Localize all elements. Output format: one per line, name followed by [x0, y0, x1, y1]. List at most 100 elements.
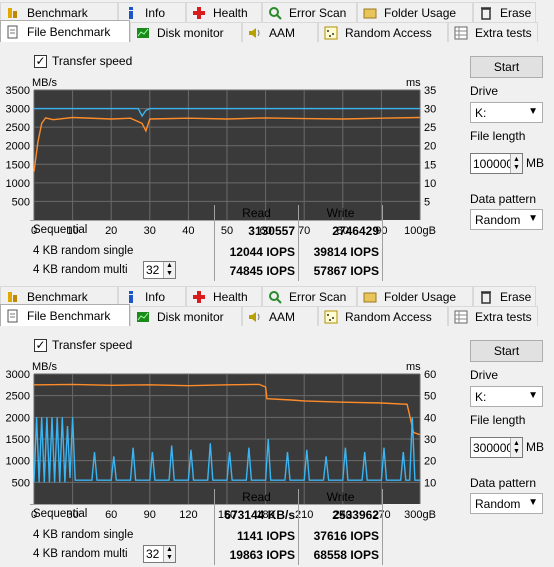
y-tick-label: 2000 — [6, 412, 30, 424]
y2-tick-label: 40 — [424, 412, 436, 424]
file-benchmark-content: ✓ Transfer speed MB/s ms 3000 2500 2000 1500 1… — [0, 326, 554, 567]
tab-label: Folder Usage — [384, 5, 457, 20]
spinner-icon[interactable]: ▲ ▼ — [510, 154, 522, 173]
tab-label: Benchmark — [27, 5, 88, 20]
benchmark-icon — [5, 289, 21, 305]
tab-random-access[interactable]: Random Access — [318, 22, 448, 42]
start-button[interactable]: Start — [470, 56, 543, 78]
tab-label: Random Access — [345, 309, 432, 324]
transfer-speed-checkbox[interactable]: ✓ Transfer speed — [34, 54, 132, 68]
extra-tests-icon — [453, 25, 469, 41]
tab-file-benchmark[interactable]: File Benchmark — [0, 20, 130, 42]
tab-label: Benchmark — [27, 289, 88, 304]
tab-health[interactable]: Health — [186, 286, 262, 306]
tab-folder-usage[interactable]: Folder Usage — [357, 2, 473, 22]
x-tick-label: 90 — [144, 509, 156, 521]
queue-depth-value: 32 — [146, 263, 160, 277]
tab-health[interactable]: Health — [186, 2, 262, 22]
tab-label: Info — [145, 289, 166, 304]
chevron-down-icon: ▼ — [528, 497, 538, 508]
tab-benchmark[interactable]: Benchmark — [0, 286, 118, 306]
y-tick-label: 3000 — [6, 369, 30, 381]
tab-folder-usage[interactable]: Folder Usage — [357, 286, 473, 306]
speaker-icon — [247, 25, 263, 41]
spinner-icon[interactable]: ▲ ▼ — [163, 546, 175, 562]
tab-info[interactable]: Info — [118, 2, 186, 22]
data-pattern-value: Random — [475, 212, 521, 227]
results-divider — [382, 489, 383, 565]
drive-select[interactable]: K: ▼ — [470, 386, 543, 407]
tab-info[interactable]: Info — [118, 286, 186, 306]
read-header: Read — [242, 206, 271, 220]
row-label-sequential: Sequential — [33, 508, 88, 520]
row-label-random-multi: 4 KB random multi — [33, 548, 128, 560]
tab-extra-tests[interactable]: Extra tests — [448, 22, 538, 42]
tab-benchmark[interactable]: Benchmark — [0, 2, 118, 22]
chevron-down-icon: ▼ — [528, 390, 538, 401]
drive-select[interactable]: K: ▼ — [470, 102, 543, 123]
tab-erase[interactable]: Erase — [473, 2, 536, 22]
y-tick-label: 3000 — [6, 104, 30, 116]
info-icon — [123, 289, 139, 305]
speaker-icon — [247, 309, 263, 325]
tab-erase[interactable]: Erase — [473, 286, 536, 306]
spinner-icon[interactable]: ▲ ▼ — [163, 262, 175, 278]
tab-error-scan[interactable]: Error Scan — [262, 286, 357, 306]
tab-aam[interactable]: AAM — [242, 22, 318, 42]
transfer-speed-checkbox[interactable]: ✓ Transfer speed — [34, 338, 132, 352]
data-pattern-value: Random — [475, 496, 521, 511]
data-pattern-label: Data pattern — [470, 476, 537, 490]
y-unit-right: ms — [406, 361, 421, 373]
file-length-input[interactable]: 100000 ▲ ▼ — [470, 153, 523, 174]
tab-disk-monitor[interactable]: Disk monitor — [130, 306, 242, 326]
write-header: Write — [326, 490, 355, 504]
tab-error-scan[interactable]: Error Scan — [262, 2, 357, 22]
write-random-single: 39814 IOPS — [313, 245, 379, 259]
disk-monitor-icon — [135, 309, 151, 325]
error-scan-icon — [267, 5, 283, 21]
tab-disk-monitor[interactable]: Disk monitor — [130, 22, 242, 42]
x-tick-label: 300gB — [404, 509, 436, 521]
y2-tick-label: 30 — [424, 434, 436, 446]
y-tick-label: 500 — [12, 196, 30, 208]
tab-label: Info — [145, 5, 166, 20]
y-tick-label: 1000 — [6, 178, 30, 190]
write-sequential: 2533962 — [332, 508, 379, 522]
x-tick-label: 120 — [179, 509, 197, 521]
y-tick-label: 2500 — [6, 122, 30, 134]
queue-depth-input[interactable]: 32 ▲ ▼ — [143, 261, 176, 279]
data-pattern-select[interactable]: Random ▼ — [470, 209, 543, 230]
tab-extra-tests[interactable]: Extra tests — [448, 306, 538, 326]
file-length-value: 100000 — [473, 156, 514, 171]
x-tick-label: 100gB — [404, 225, 436, 237]
y-tick-label: 2000 — [6, 141, 30, 153]
y2-tick-label: 25 — [424, 122, 436, 134]
write-random-multi: 68558 IOPS — [313, 548, 379, 562]
tab-file-benchmark[interactable]: File Benchmark — [0, 304, 130, 326]
y2-tick-label: 10 — [424, 477, 436, 489]
tab-label: Health — [213, 5, 248, 20]
y2-tick-label: 10 — [424, 178, 436, 190]
folder-icon — [362, 289, 378, 305]
read-random-single: 12044 IOPS — [229, 245, 295, 259]
transfer-speed-label: Transfer speed — [52, 338, 133, 352]
drive-label: Drive — [470, 84, 499, 98]
tab-label: Health — [213, 289, 248, 304]
chevron-down-icon: ▼ — [528, 106, 538, 117]
tab-aam[interactable]: AAM — [242, 306, 318, 326]
tab-label: Erase — [500, 289, 532, 304]
spinner-icon[interactable]: ▲ ▼ — [510, 438, 522, 457]
tab-label: Erase — [500, 5, 532, 20]
error-scan-icon — [267, 289, 283, 305]
sub-tab-row: File Benchmark Disk monitor AAM Random Acce… — [0, 20, 538, 42]
file-length-input[interactable]: 300000 ▲ ▼ — [470, 437, 523, 458]
queue-depth-input[interactable]: 32 ▲ ▼ — [143, 545, 176, 563]
x-tick-label: 40 — [182, 225, 194, 237]
trash-icon — [478, 5, 494, 21]
start-button[interactable]: Start — [470, 340, 543, 362]
data-pattern-select[interactable]: Random ▼ — [470, 493, 543, 514]
sub-tab-row: File Benchmark Disk monitor AAM Random Acce… — [0, 304, 538, 326]
row-label-sequential: Sequential — [33, 224, 88, 236]
tab-random-access[interactable]: Random Access — [318, 306, 448, 326]
file-length-unit: MB — [526, 156, 544, 170]
